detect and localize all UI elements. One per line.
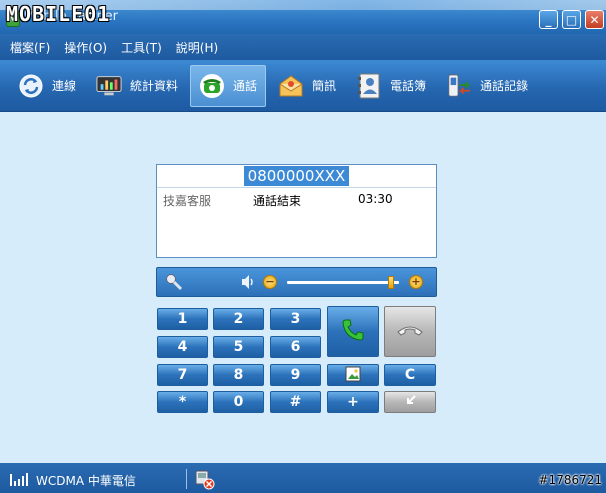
signal-strength-icon [10,472,28,486]
contacts-picker-button[interactable] [327,364,379,386]
call-log-icon [446,73,472,99]
key-star[interactable]: * [157,391,208,413]
watermark-logo: MOBILE01 [6,2,111,26]
number-bar: 0800000XXX [157,165,436,187]
volume-down-button[interactable]: − [263,275,277,289]
key-6[interactable]: 6 [270,336,321,358]
toolbar-statistics-label: 統計資料 [130,79,179,93]
status-bar: WCDMA 中華電信 #1786721 [0,463,606,493]
minimize-button[interactable]: _ [539,10,558,29]
toolbar-sms[interactable]: 簡訊 [270,65,344,107]
toolbar-call-log-label: 通話記錄 [480,79,529,93]
menu-bar: 檔案(F) 操作(O) 工具(T) 說明(H) [0,34,606,60]
sms-icon [278,73,304,99]
key-1[interactable]: 1 [157,308,208,330]
dial-button[interactable] [327,306,379,357]
key-4[interactable]: 4 [157,336,208,358]
network-status: WCDMA 中華電信 [36,474,136,488]
toolbar-call-log[interactable]: 通話記錄 [438,65,536,107]
toolbar-phonebook-label: 電話簿 [390,79,427,93]
toolbar-connect-label: 連線 [52,79,77,93]
status-divider [186,469,187,489]
key-9[interactable]: 9 [270,364,321,386]
key-plus[interactable]: + [327,391,379,413]
key-7[interactable]: 7 [157,364,208,386]
microphone-icon[interactable] [165,273,183,291]
call-icon [199,73,225,99]
key-8[interactable]: 8 [213,364,264,386]
call-display: 0800000XXX 技嘉客服 通話結束 03:30 [156,164,437,258]
call-status: 通話結束 [253,194,302,208]
minimize-icon: _ [545,12,552,27]
toolbar-connect[interactable]: 連線 [10,65,84,107]
key-0[interactable]: 0 [213,391,264,413]
toolbar-statistics[interactable]: 統計資料 [88,65,186,107]
hangup-button[interactable] [384,306,436,357]
key-5[interactable]: 5 [213,336,264,358]
phone-call-icon [340,317,366,346]
phonebook-icon [356,73,382,99]
photo-id-watermark: #1786721 [538,473,603,487]
menu-tools[interactable]: 工具(T) [121,39,162,56]
call-contact: 技嘉客服 [163,194,212,208]
volume-slider-thumb[interactable] [388,276,394,289]
key-3[interactable]: 3 [270,308,321,330]
call-record-row: 技嘉客服 通話結束 03:30 [157,188,436,213]
toolbar-phonebook[interactable]: 電話簿 [348,65,434,107]
backspace-icon [403,394,417,411]
volume-slider[interactable] [287,276,399,289]
key-hash[interactable]: # [270,391,321,413]
statistics-icon [96,73,122,99]
toolbar-call-label: 通話 [233,79,258,93]
key-2[interactable]: 2 [213,308,264,330]
clear-button[interactable]: C [384,364,436,386]
toolbar-call[interactable]: 通話 [190,64,267,107]
menu-operation[interactable]: 操作(O) [64,39,107,56]
device-disconnected-icon [194,468,216,490]
menu-file[interactable]: 檔案(F) [10,39,50,56]
volume-bar: − + [156,267,437,297]
main-toolbar: 連線 統計資料 通話 簡訊 電話簿 通話記錄 [0,60,606,112]
speaker-icon[interactable] [241,274,255,290]
maximize-icon: □ [565,12,578,27]
toolbar-sms-label: 簡訊 [312,79,337,93]
backspace-button[interactable] [384,391,436,413]
close-button[interactable]: ✕ [585,10,604,29]
volume-up-button[interactable]: + [409,275,423,289]
connect-icon [18,73,44,99]
picture-icon [345,366,361,385]
close-icon: ✕ [589,12,600,27]
title-bar: M Mobile Partner MOBILE01 _ □ ✕ [0,0,606,34]
menu-help[interactable]: 說明(H) [176,39,218,56]
hangup-icon [396,323,424,340]
call-duration: 03:30 [358,192,393,206]
dialed-number[interactable]: 0800000XXX [243,166,350,186]
maximize-button[interactable]: □ [562,10,581,29]
